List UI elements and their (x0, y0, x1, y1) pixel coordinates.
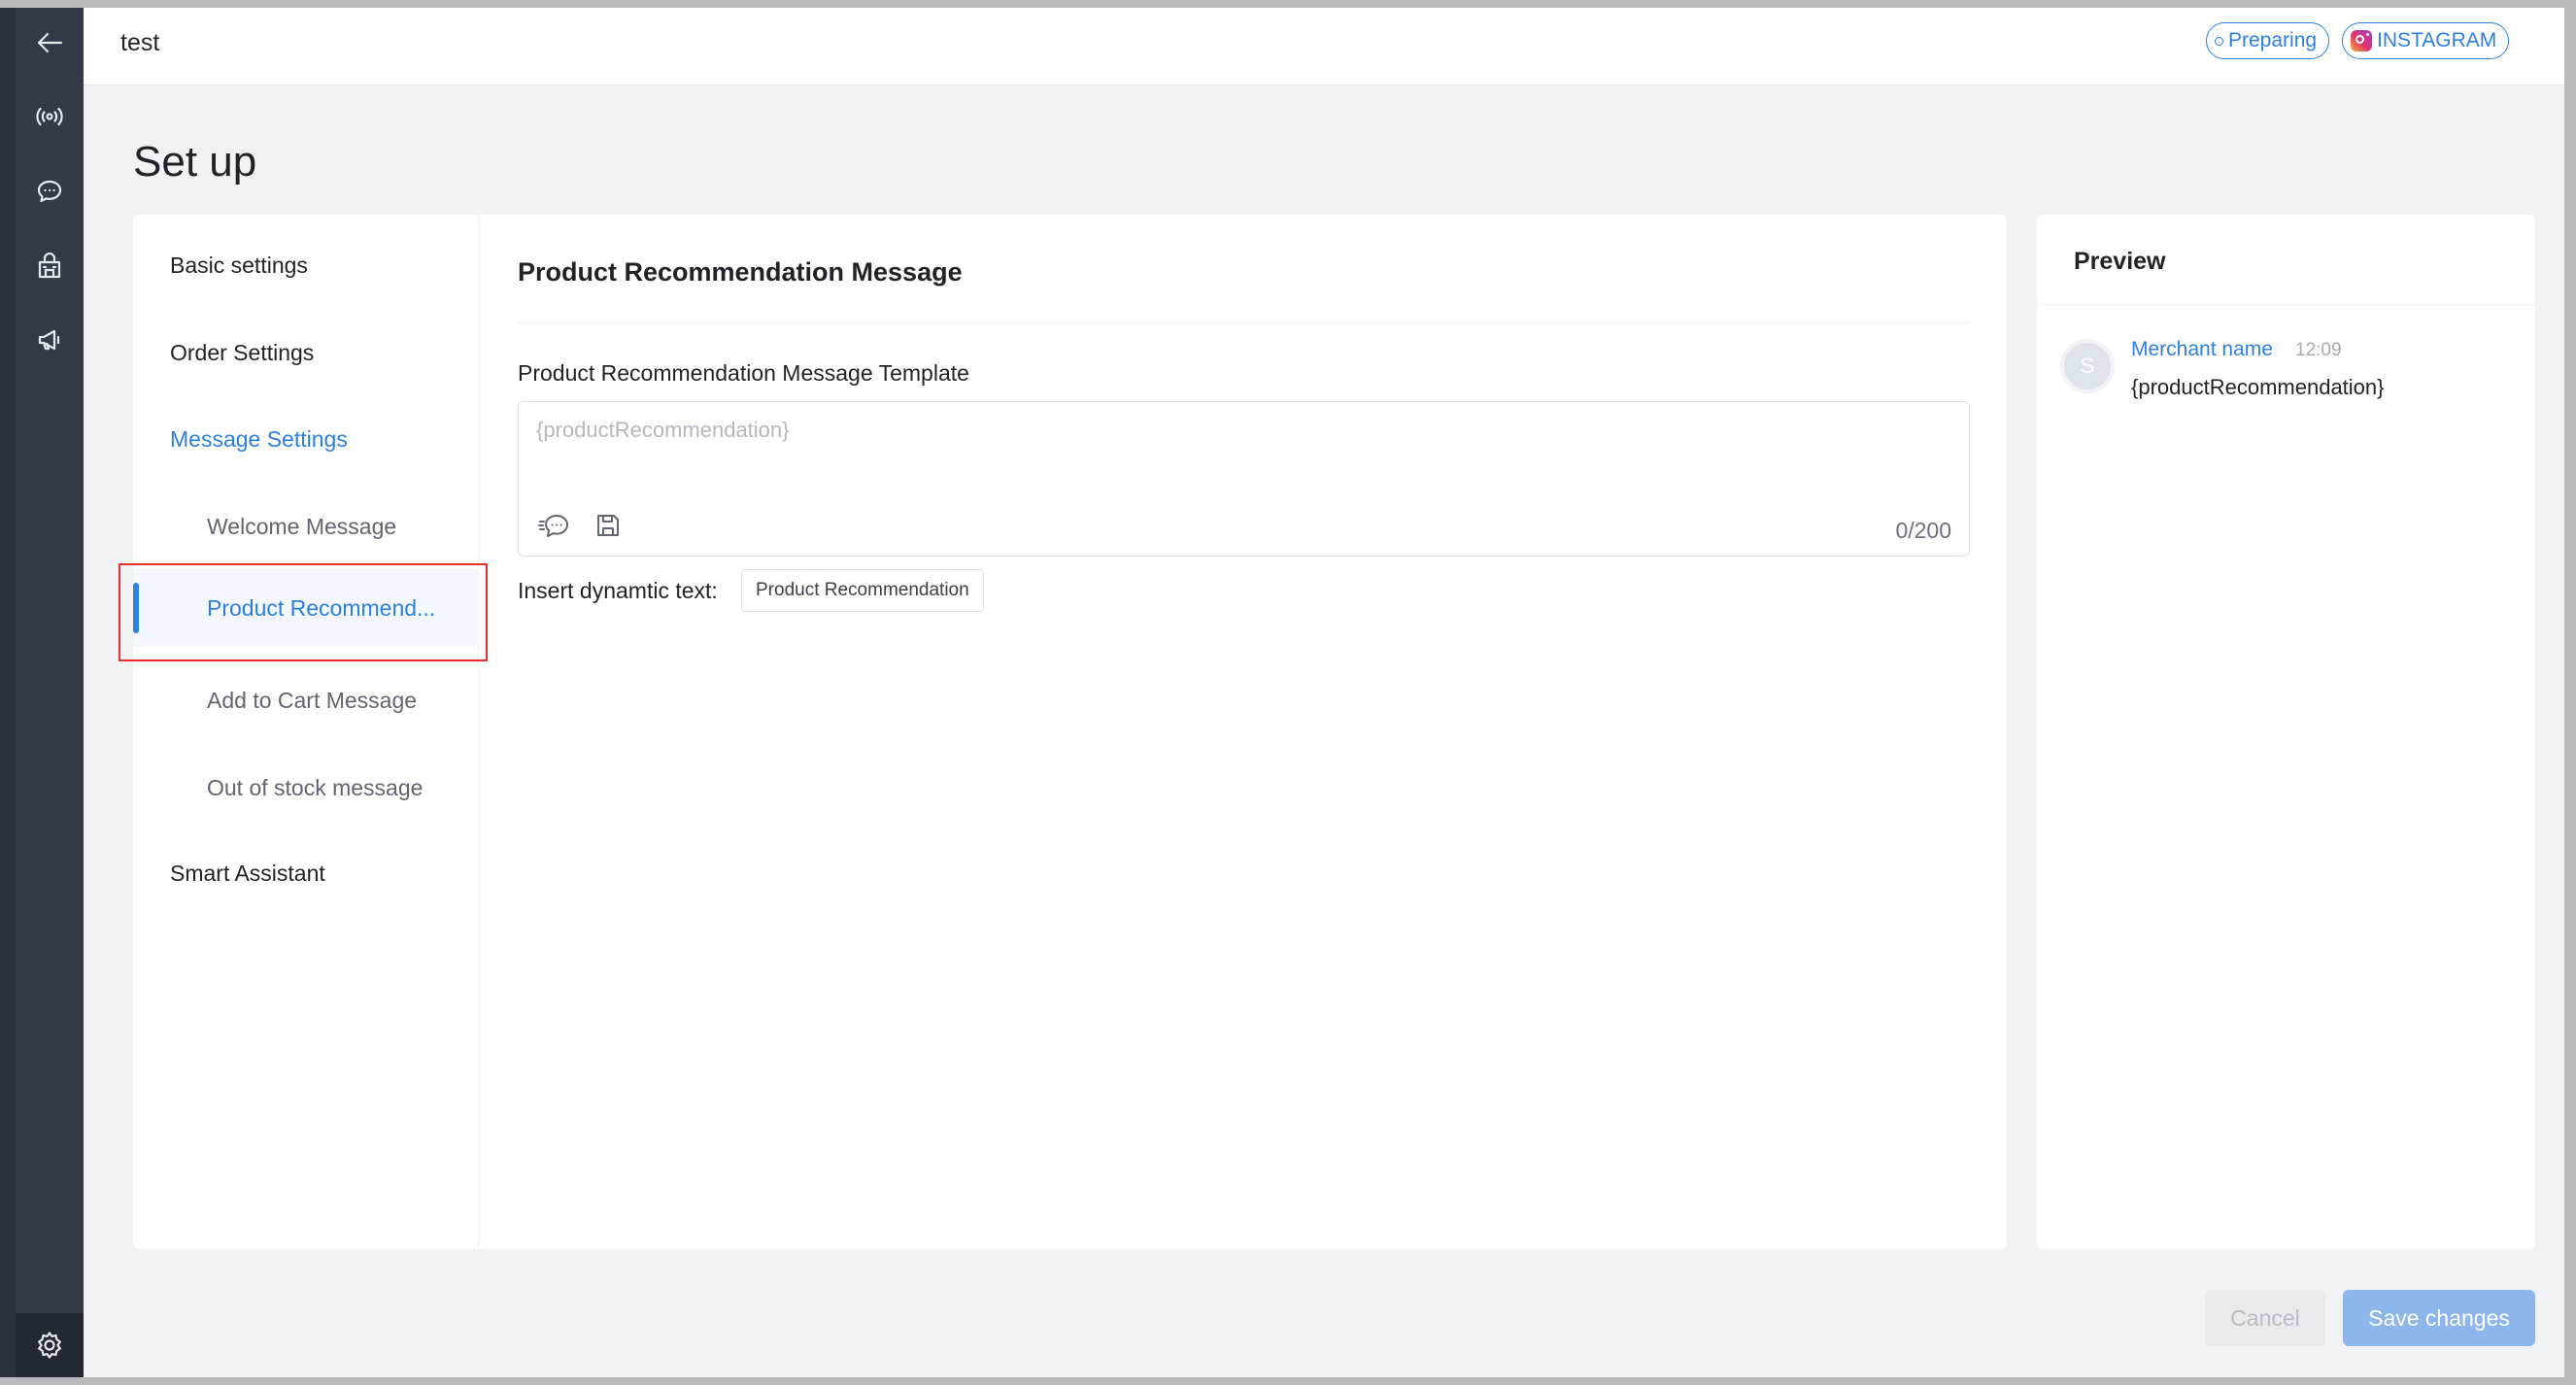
nav-out-of-stock-message[interactable]: Out of stock message (133, 759, 479, 817)
page-title: Set up (133, 138, 257, 186)
status-badge-label: Preparing (2228, 29, 2318, 51)
nav-order-settings[interactable]: Order Settings (133, 323, 479, 382)
nav-item-label: Smart Assistant (170, 860, 325, 886)
nav-item-label: Welcome Message (207, 513, 397, 539)
divider (518, 322, 1970, 323)
back-arrow-icon[interactable] (16, 21, 84, 64)
insert-product-recommendation-chip[interactable]: Product Recommendation (741, 569, 984, 612)
channel-badge-label: INSTAGRAM (2377, 29, 2497, 51)
preview-divider (2037, 304, 2535, 305)
preview-message: {productRecommendation} (2131, 375, 2385, 399)
template-placeholder: {productRecommendation} (536, 418, 790, 442)
nav-item-label: Out of stock message (207, 774, 424, 800)
template-textarea[interactable]: {productRecommendation} 0/200 (518, 401, 1970, 557)
app-title: test (120, 29, 160, 56)
preview-card: Preview S Merchant name 12:09 {productRe… (2037, 215, 2535, 1249)
nav-smart-assistant[interactable]: Smart Assistant (133, 844, 479, 902)
settings-nav: Basic settings Order Settings Message Se… (119, 215, 488, 1249)
megaphone-icon[interactable] (16, 319, 84, 361)
nav-basic-settings[interactable]: Basic settings (133, 236, 479, 294)
status-dot-icon (2215, 36, 2223, 46)
template-field-label: Product Recommendation Message Template (518, 360, 969, 386)
broadcast-icon[interactable] (16, 95, 84, 138)
settings-gear-icon[interactable] (16, 1313, 84, 1377)
nav-add-to-cart-message[interactable]: Add to Cart Message (133, 671, 479, 729)
cancel-button[interactable]: Cancel (2205, 1290, 2325, 1346)
nav-item-label: Add to Cart Message (207, 687, 418, 713)
message-time: 12:09 (2295, 340, 2342, 360)
preview-title: Preview (2074, 248, 2166, 275)
left-rail (0, 8, 84, 1377)
nav-item-label: Basic settings (170, 252, 308, 278)
app-window: test Preparing INSTAGRAM Set up Basic se… (0, 8, 2564, 1377)
insert-dynamic-label: Insert dynamtic text: (518, 578, 718, 603)
status-badge: Preparing (2206, 22, 2330, 59)
quick-reply-icon[interactable] (538, 512, 571, 546)
chat-icon[interactable] (16, 170, 84, 213)
nav-product-recommendation[interactable]: Product Recommend... (133, 569, 479, 647)
save-changes-button[interactable]: Save changes (2343, 1290, 2535, 1346)
nav-item-label: Message Settings (170, 425, 348, 452)
save-template-icon[interactable] (594, 512, 622, 544)
merchant-name: Merchant name (2131, 338, 2273, 360)
channel-badge: INSTAGRAM (2342, 22, 2510, 59)
avatar: S (2060, 339, 2115, 393)
nav-item-label: Order Settings (170, 339, 315, 365)
top-bar: test Preparing INSTAGRAM (84, 8, 2564, 85)
nav-welcome-message[interactable]: Welcome Message (133, 497, 479, 556)
settings-card: Basic settings Order Settings Message Se… (119, 215, 2007, 1249)
nav-item-label: Product Recommend... (207, 594, 436, 621)
nav-message-settings[interactable]: Message Settings (133, 410, 479, 468)
store-icon[interactable] (16, 245, 84, 287)
char-counter: 0/200 (1895, 518, 1951, 543)
instagram-icon (2351, 30, 2372, 51)
section-title: Product Recommendation Message (518, 257, 963, 287)
